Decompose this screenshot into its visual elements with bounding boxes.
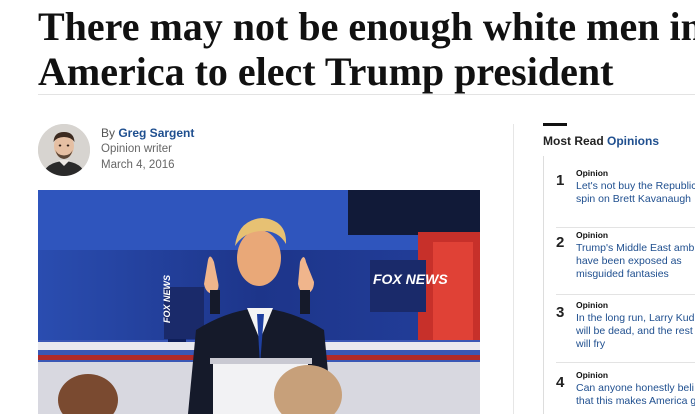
- item-number: 1: [556, 172, 565, 189]
- item-separator: [556, 362, 695, 363]
- most-read-item-4[interactable]: 4 Opinion Can anyone honestly beli that …: [544, 370, 695, 414]
- author-portrait-image: [38, 124, 90, 176]
- item-title-link[interactable]: Trump's Middle East amb have been expose…: [576, 242, 695, 281]
- most-read-item-2[interactable]: 2 Opinion Trump's Middle East amb have b…: [544, 230, 695, 300]
- item-kicker: Opinion: [576, 300, 609, 310]
- byline-prefix: By: [101, 126, 119, 140]
- item-number: 2: [556, 234, 565, 251]
- fox-sign-text-1: FOX NEWS: [373, 271, 448, 287]
- headline-line-2: America to elect Trump president: [38, 49, 614, 94]
- byline: By Greg Sargent: [101, 126, 194, 140]
- headline-line-1: There may not be enough white men in: [38, 4, 695, 49]
- most-read-sidebar: Most Read Opinions 1 Opinion Let's not b…: [543, 120, 695, 414]
- most-read-item-1[interactable]: 1 Opinion Let's not buy the Republic spi…: [544, 168, 695, 228]
- headline-divider: [38, 94, 695, 95]
- sidebar-heading: Most Read Opinions: [543, 134, 659, 148]
- item-title-link[interactable]: In the long run, Larry Kud will be dead,…: [576, 312, 695, 351]
- author-name-link[interactable]: Greg Sargent: [118, 126, 194, 140]
- item-separator: [556, 227, 695, 228]
- most-read-list: 1 Opinion Let's not buy the Republic spi…: [543, 156, 695, 414]
- article-headline: There may not be enough white men in Ame…: [38, 4, 695, 94]
- item-separator: [556, 294, 695, 295]
- item-number: 4: [556, 374, 565, 391]
- item-kicker: Opinion: [576, 370, 609, 380]
- item-title-link[interactable]: Let's not buy the Republic spin on Brett…: [576, 180, 695, 206]
- item-number: 3: [556, 304, 565, 321]
- column-divider: [513, 124, 514, 414]
- item-kicker: Opinion: [576, 168, 609, 178]
- sidebar-heading-opinions-link[interactable]: Opinions: [607, 134, 659, 148]
- item-kicker: Opinion: [576, 230, 609, 240]
- article-lead-photo[interactable]: FOX NEWS FOX NEWS: [38, 190, 480, 414]
- author-role: Opinion writer: [101, 143, 172, 155]
- publish-date: March 4, 2016: [101, 159, 175, 171]
- sidebar-heading-prefix: Most Read: [543, 134, 608, 148]
- lead-photo-image: FOX NEWS FOX NEWS: [38, 190, 480, 414]
- most-read-item-3[interactable]: 3 Opinion In the long run, Larry Kud wil…: [544, 300, 695, 370]
- fox-sign-text-2: FOX NEWS: [162, 275, 172, 323]
- author-avatar[interactable]: [38, 124, 90, 176]
- author-block: By Greg Sargent Opinion writer March 4, …: [38, 124, 288, 180]
- sidebar-accent-bar: [543, 123, 567, 126]
- item-title-link[interactable]: Can anyone honestly beli that this makes…: [576, 382, 695, 408]
